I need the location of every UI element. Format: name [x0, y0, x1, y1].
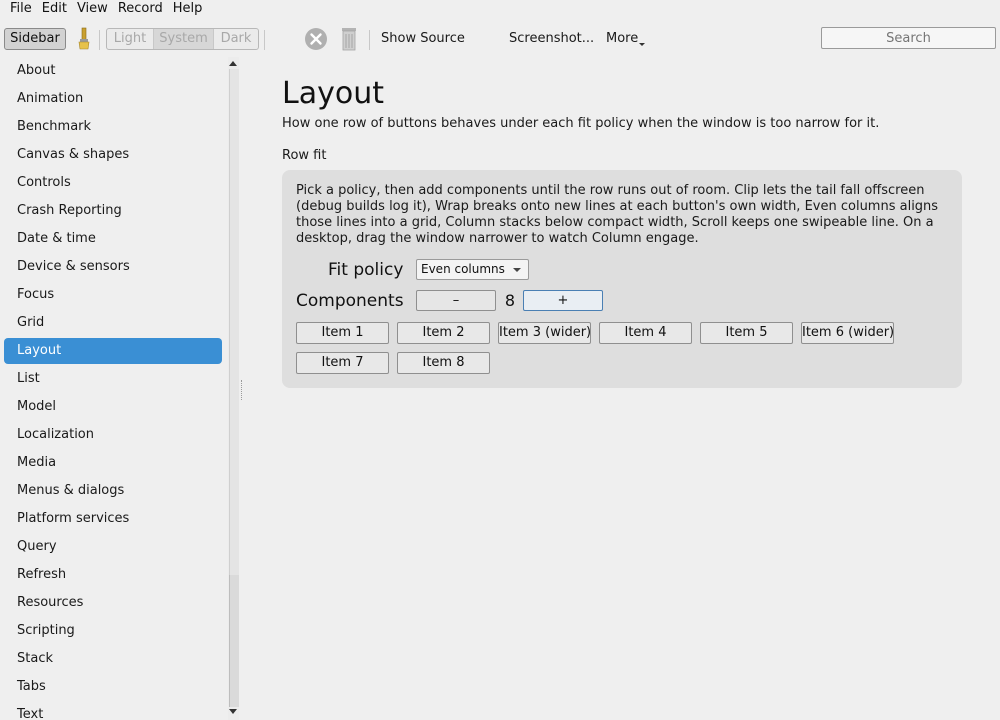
sidebar-item-localization[interactable]: Localization — [4, 422, 222, 448]
scroll-down-arrow-icon[interactable] — [229, 709, 237, 714]
sidebar-item-model[interactable]: Model — [4, 394, 222, 420]
show-source-button[interactable]: Show Source — [381, 30, 465, 47]
component-count: 8 — [504, 291, 516, 310]
scrollbar-track-upper[interactable] — [229, 69, 239, 575]
sidebar-item-scripting[interactable]: Scripting — [4, 618, 222, 644]
item-button-7[interactable]: Item 7 — [296, 352, 389, 374]
item-button-3[interactable]: Item 3 (wider) — [498, 322, 591, 344]
sidebar-item-resources[interactable]: Resources — [4, 590, 222, 616]
chevron-down-icon — [639, 43, 646, 46]
menu-record[interactable]: Record — [113, 1, 168, 17]
menu-view[interactable]: View — [72, 1, 113, 17]
search-input[interactable] — [821, 27, 996, 49]
sidebar-toggle-button[interactable]: Sidebar — [4, 28, 66, 50]
row-fit-description: Pick a policy, then add components until… — [296, 183, 939, 246]
sidebar-item-text[interactable]: Text — [4, 702, 222, 720]
sidebar-item-stack[interactable]: Stack — [4, 646, 222, 672]
trash-icon[interactable] — [338, 26, 360, 52]
item-button-2[interactable]: Item 2 — [397, 322, 490, 344]
theme-system-option[interactable]: System — [154, 29, 214, 49]
toolbar-separator — [369, 30, 370, 50]
page-title: Layout — [282, 76, 384, 111]
sidebar-scrollbar[interactable] — [228, 57, 239, 720]
sidebar-item-controls[interactable]: Controls — [4, 170, 222, 196]
scrollbar-thumb[interactable] — [229, 575, 239, 707]
stop-icon[interactable] — [304, 27, 328, 51]
menu-edit[interactable]: Edit — [37, 1, 72, 17]
menu-file[interactable]: File — [0, 1, 37, 17]
menu-bar: File Edit View Record Help — [0, 0, 1000, 18]
sidebar-item-refresh[interactable]: Refresh — [4, 562, 222, 588]
menu-help[interactable]: Help — [168, 1, 208, 17]
theme-segmented-control[interactable]: Light System Dark — [106, 28, 259, 50]
fit-policy-value: Even columns — [421, 262, 505, 276]
sidebar-item-list[interactable]: List — [4, 366, 222, 392]
sidebar-item-about[interactable]: About — [4, 58, 222, 84]
screenshot-button[interactable]: Screenshot... — [509, 30, 594, 47]
sidebar-item-benchmark[interactable]: Benchmark — [4, 114, 222, 140]
theme-dark-option[interactable]: Dark — [214, 29, 258, 49]
sidebar-item-tabs[interactable]: Tabs — [4, 674, 222, 700]
toolbar-separator — [99, 30, 100, 50]
sidebar-item-animation[interactable]: Animation — [4, 86, 222, 112]
sidebar-item-menus-dialogs[interactable]: Menus & dialogs — [4, 478, 222, 504]
fit-policy-label: Fit policy — [328, 260, 404, 280]
fit-policy-dropdown[interactable]: Even columns — [416, 259, 529, 280]
chevron-down-icon — [513, 268, 521, 272]
increment-button[interactable]: + — [523, 290, 603, 311]
item-button-4[interactable]: Item 4 — [599, 322, 692, 344]
sidebar-item-canvas-shapes[interactable]: Canvas & shapes — [4, 142, 222, 168]
paintbrush-icon[interactable] — [75, 26, 93, 52]
sidebar-item-query[interactable]: Query — [4, 534, 222, 560]
sidebar-item-media[interactable]: Media — [4, 450, 222, 476]
components-label: Components — [296, 291, 404, 311]
section-label: Row fit — [282, 148, 327, 163]
scroll-up-arrow-icon[interactable] — [229, 61, 237, 66]
item-button-5[interactable]: Item 5 — [700, 322, 793, 344]
more-menu-label: More — [606, 31, 639, 46]
theme-light-option[interactable]: Light — [107, 29, 154, 49]
sidebar-item-device-sensors[interactable]: Device & sensors — [4, 254, 222, 280]
sidebar-item-focus[interactable]: Focus — [4, 282, 222, 308]
sidebar-item-grid[interactable]: Grid — [4, 310, 222, 336]
sidebar: About Animation Benchmark Canvas & shape… — [0, 57, 228, 720]
toolbar: Sidebar Light System Dark Show Source Sc… — [0, 22, 1000, 54]
sidebar-item-crash-reporting[interactable]: Crash Reporting — [4, 198, 222, 224]
more-menu-button[interactable]: More — [606, 30, 646, 47]
sidebar-item-layout[interactable]: Layout — [4, 338, 222, 364]
sidebar-item-platform-services[interactable]: Platform services — [4, 506, 222, 532]
decrement-button[interactable]: – — [416, 290, 496, 311]
page-subtitle: How one row of buttons behaves under eac… — [282, 116, 880, 131]
splitter-handle[interactable] — [241, 380, 243, 400]
sidebar-item-date-time[interactable]: Date & time — [4, 226, 222, 252]
item-button-1[interactable]: Item 1 — [296, 322, 389, 344]
item-button-6[interactable]: Item 6 (wider) — [801, 322, 894, 344]
toolbar-separator — [264, 30, 265, 50]
item-button-8[interactable]: Item 8 — [397, 352, 490, 374]
